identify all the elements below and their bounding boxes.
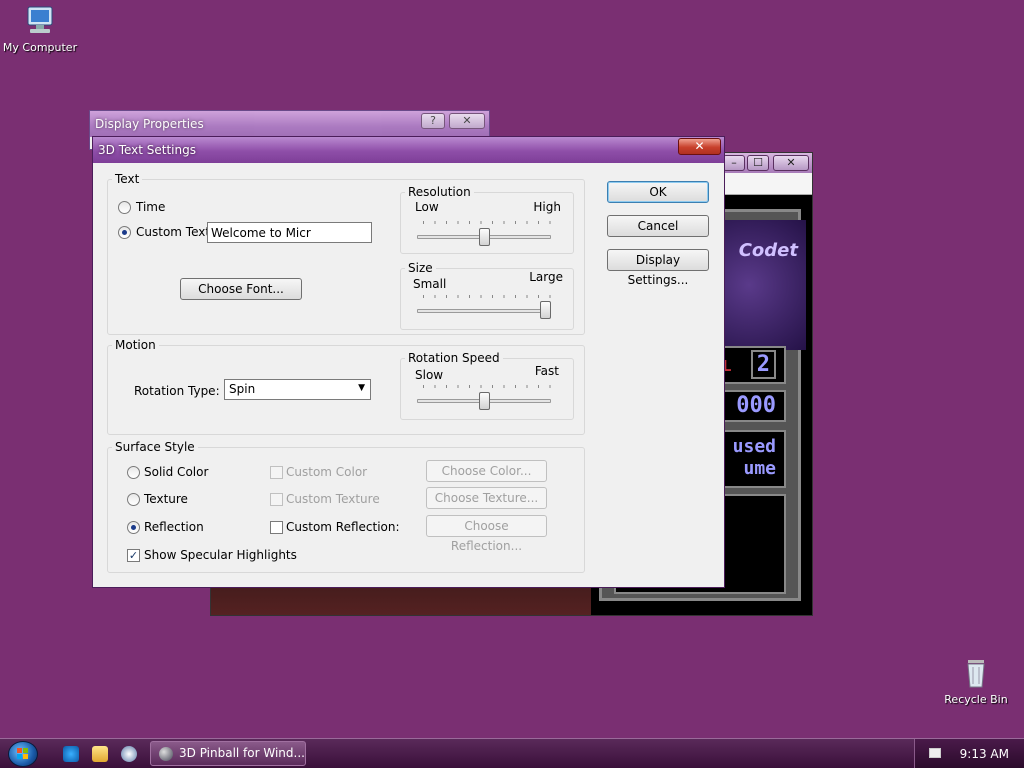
text-settings-dialog: 3D Text Settings ✕ Text Time Custom Text…: [92, 136, 725, 588]
resolution-low-label: Low: [415, 200, 439, 214]
motion-group: Motion Rotation Type: Spin ▼ Rotation Sp…: [107, 338, 585, 435]
desktop-icon-label: Recycle Bin: [944, 693, 1008, 706]
ball-number: 2: [750, 350, 776, 379]
surface-style-group: Surface Style Solid Color Texture Reflec…: [107, 440, 585, 573]
size-track: [417, 309, 551, 313]
texture-radio[interactable]: [127, 493, 140, 506]
resolution-group: Resolution Low High: [400, 185, 574, 254]
choose-reflection-button[interactable]: Choose Reflection...: [426, 515, 547, 553]
rotation-speed-slow-label: Slow: [415, 368, 444, 382]
custom-text-input[interactable]: [207, 222, 372, 243]
time-label: Time: [136, 200, 166, 214]
close-button[interactable]: ✕: [678, 138, 721, 155]
size-small-label: Small: [413, 277, 447, 291]
rotation-type-label: Rotation Type:: [134, 384, 220, 398]
desktop-icon-label: My Computer: [2, 41, 78, 54]
show-specular-label: Show Specular Highlights: [144, 548, 297, 562]
display-settings-button[interactable]: Display Settings...: [607, 249, 709, 287]
group-label: Motion: [112, 338, 159, 352]
rotation-speed-fast-label: Fast: [534, 364, 559, 378]
solid-color-label: Solid Color: [144, 465, 209, 479]
reflection-label: Reflection: [144, 520, 204, 534]
choose-color-button[interactable]: Choose Color...: [426, 460, 547, 482]
reflection-radio[interactable]: [127, 521, 140, 534]
display-properties-titlebar[interactable]: Display Properties ? ✕: [90, 111, 489, 137]
window-title: Display Properties: [95, 117, 204, 131]
ok-button[interactable]: OK: [607, 181, 709, 203]
group-label: Text: [112, 172, 143, 186]
dialog-titlebar[interactable]: 3D Text Settings ✕: [93, 137, 724, 163]
computer-icon: [23, 4, 57, 38]
taskbar-item-pinball[interactable]: 3D Pinball for Wind...: [150, 741, 306, 766]
custom-text-label: Custom Text:: [136, 225, 215, 239]
size-slider-thumb[interactable]: [540, 301, 551, 319]
texture-label: Texture: [144, 492, 188, 506]
clock[interactable]: 9:13 AM: [960, 747, 1009, 761]
rotation-speed-slider-thumb[interactable]: [478, 392, 490, 410]
minimize-button[interactable]: –: [723, 155, 745, 171]
chevron-down-icon: ▼: [358, 383, 365, 393]
size-label: Size: [405, 261, 436, 275]
keyboard-icon[interactable]: [929, 748, 941, 758]
windows-logo-icon: [17, 748, 28, 759]
internet-explorer-icon[interactable]: [63, 746, 79, 762]
resolution-high-label: High: [533, 200, 561, 214]
choose-texture-button[interactable]: Choose Texture...: [426, 487, 547, 509]
custom-color-label: Custom Color: [286, 465, 368, 479]
taskbar: 3D Pinball for Wind... 9:13 AM: [0, 738, 1024, 768]
size-group: Size Small Large: [400, 261, 574, 330]
custom-reflection-checkbox[interactable]: [270, 521, 283, 534]
checkmark-icon: ✓: [128, 549, 139, 562]
desktop-icon-my-computer[interactable]: My Computer: [0, 4, 80, 54]
pinball-icon: [159, 747, 173, 761]
rotation-speed-ticks: [423, 385, 553, 388]
system-tray: 9:13 AM: [914, 739, 1024, 768]
help-button[interactable]: ?: [421, 113, 445, 129]
size-ticks: [423, 295, 553, 298]
desktop-icon-recycle-bin[interactable]: Recycle Bin: [936, 656, 1016, 706]
resolution-ticks: [423, 221, 553, 224]
rotation-type-select[interactable]: Spin ▼: [224, 379, 371, 400]
time-radio[interactable]: [118, 201, 131, 214]
recycle-bin-icon: [959, 656, 993, 690]
rotation-speed-label: Rotation Speed: [405, 351, 503, 365]
folder-icon[interactable]: [92, 746, 108, 762]
size-large-label: Large: [529, 270, 563, 284]
artwork-text: Codet: [738, 240, 798, 261]
resolution-label: Resolution: [405, 185, 474, 199]
media-player-icon[interactable]: [121, 746, 137, 762]
resolution-slider-thumb[interactable]: [478, 228, 490, 246]
choose-font-button[interactable]: Choose Font...: [180, 278, 302, 300]
custom-text-radio[interactable]: [118, 226, 131, 239]
start-button[interactable]: [8, 741, 38, 767]
close-button[interactable]: ✕: [773, 155, 809, 171]
custom-texture-checkbox[interactable]: [270, 493, 283, 506]
show-specular-checkbox[interactable]: ✓: [127, 549, 140, 562]
text-group: Text Time Custom Text: Choose Font... Re…: [107, 172, 585, 335]
group-label: Surface Style: [112, 440, 198, 454]
cancel-button[interactable]: Cancel: [607, 215, 709, 237]
rotation-type-value: Spin: [229, 382, 256, 396]
custom-reflection-label: Custom Reflection:: [286, 520, 400, 534]
rotation-speed-group: Rotation Speed Slow Fast: [400, 351, 574, 420]
maximize-button[interactable]: ☐: [747, 155, 769, 171]
custom-texture-label: Custom Texture: [286, 492, 380, 506]
solid-color-radio[interactable]: [127, 466, 140, 479]
custom-color-checkbox[interactable]: [270, 466, 283, 479]
dialog-title: 3D Text Settings: [98, 143, 196, 157]
close-button[interactable]: ✕: [449, 113, 485, 129]
taskbar-item-label: 3D Pinball for Wind...: [179, 746, 305, 760]
